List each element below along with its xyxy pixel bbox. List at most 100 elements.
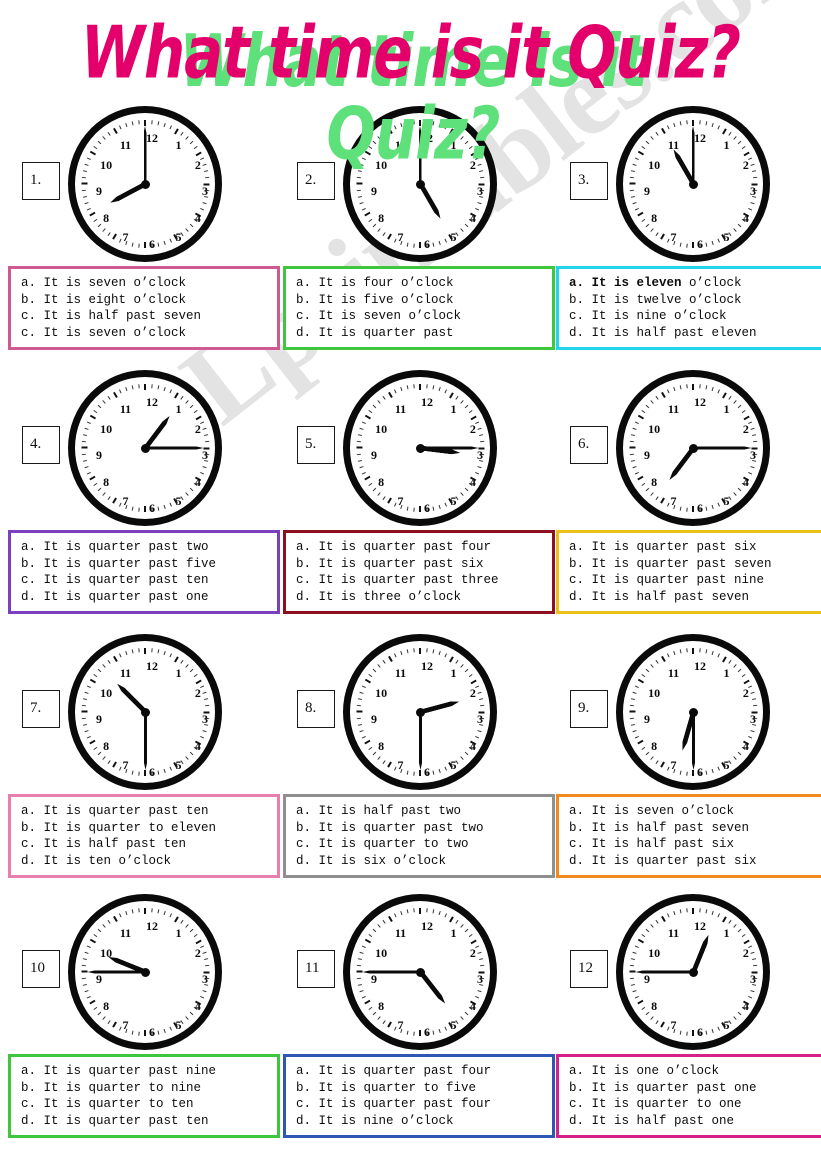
- answer-box: a. It is quarter past nine b. It is quart…: [8, 1054, 280, 1138]
- answer-box: a. It is quarter past four b. It is quart…: [283, 1054, 555, 1138]
- quiz-row: 10 12 1 2 3 4 5 6 7 8 9 10 11 a. It is quarter past n…: [0, 892, 821, 1154]
- answer-option[interactable]: d. It is quarter past: [296, 325, 548, 342]
- clock-center-hub: [688, 707, 698, 717]
- answer-option[interactable]: a. It is half past two: [296, 803, 548, 820]
- answer-option[interactable]: a. It is quarter past ten: [21, 803, 273, 820]
- answer-option[interactable]: a. It is four o’clock: [296, 275, 548, 292]
- answer-option[interactable]: a. It is quarter past six: [569, 539, 817, 556]
- answer-option[interactable]: c. It is nine o’clock: [569, 308, 817, 325]
- answer-option[interactable]: d. It is quarter past ten: [21, 1113, 273, 1130]
- answer-option[interactable]: d. It is nine o’clock: [296, 1113, 548, 1130]
- clock-numeral: 5: [723, 229, 730, 244]
- clock-center-hub: [140, 179, 150, 189]
- answer-option[interactable]: c. It is quarter past ten: [21, 572, 273, 589]
- clock-numeral: 10: [375, 685, 388, 700]
- clock-numeral: 9: [96, 712, 102, 726]
- answer-option[interactable]: b. It is quarter to nine: [21, 1080, 273, 1097]
- answer-option[interactable]: d. It is half past one: [569, 1113, 817, 1130]
- answer-option[interactable]: c. It is quarter to ten: [21, 1096, 273, 1113]
- answer-option[interactable]: d. It is six o’clock: [296, 853, 548, 870]
- clock-numeral: 1: [175, 402, 182, 417]
- clock-numeral: 2: [194, 685, 201, 700]
- answer-option[interactable]: d. It is three o’clock: [296, 589, 548, 606]
- clock-numeral: 12: [146, 659, 158, 673]
- answer-option[interactable]: c. It is seven o’clock: [21, 325, 273, 342]
- clock-numeral: 6: [697, 1025, 703, 1039]
- clock-numeral: 1: [723, 402, 730, 417]
- clock-row: 12 12 1 2 3 4 5 6 7 8 9 10 11: [556, 892, 821, 1050]
- clock-numeral: 7: [670, 493, 677, 508]
- quiz-item: 9. 12 1 2 3 4 5 6 7 8 9 10 11 a. It is seven o’clock b…: [556, 632, 821, 878]
- clock-numeral: 10: [648, 685, 661, 700]
- answer-option[interactable]: c. It is half past seven: [21, 308, 273, 325]
- answer-option[interactable]: a. It is quarter past two: [21, 539, 273, 556]
- clock-center-hub: [415, 707, 425, 717]
- page-title: What time is it Quiz? What time is it Qu…: [0, 16, 821, 170]
- clock-numeral: 3: [202, 712, 208, 726]
- clock-numeral: 11: [394, 926, 407, 941]
- clock-numeral: 3: [202, 184, 208, 198]
- answer-option[interactable]: d. It is quarter past six: [569, 853, 817, 870]
- answer-option[interactable]: b. It is twelve o’clock: [569, 292, 817, 309]
- answer-option[interactable]: b. It is quarter past five: [21, 556, 273, 573]
- clock-numeral: 7: [670, 229, 677, 244]
- clock-numeral: 3: [477, 184, 483, 198]
- clock-numeral: 3: [750, 184, 756, 198]
- clock-numeral: 8: [378, 474, 385, 489]
- clock-row: 11 12 1 2 3 4 5 6 7 8 9 10 11: [283, 892, 555, 1050]
- clock-row: 9. 12 1 2 3 4 5 6 7 8 9 10 11: [556, 632, 821, 790]
- answer-box: a. It is eleven o’clock b. It is twelve o…: [556, 266, 821, 350]
- answer-option[interactable]: c. It is seven o’clock: [296, 308, 548, 325]
- question-number-box: 7.: [22, 690, 60, 728]
- clock-row: 6. 12 1 2 3 4 5 6 7 8 9 10 11: [556, 368, 821, 526]
- clock-numeral: 11: [667, 666, 680, 681]
- answer-option[interactable]: c. It is quarter to one: [569, 1096, 817, 1113]
- clock-numeral: 1: [450, 402, 457, 417]
- question-number-box: 4.: [22, 426, 60, 464]
- clock-numeral: 12: [146, 919, 158, 933]
- answer-option[interactable]: c. It is quarter past four: [296, 1096, 548, 1113]
- answer-option[interactable]: a. It is quarter past nine: [21, 1063, 273, 1080]
- clock-numeral: 6: [697, 765, 703, 779]
- clock-numeral: 2: [742, 685, 749, 700]
- answer-option[interactable]: b. It is quarter past six: [296, 556, 548, 573]
- clock-numeral: 4: [469, 474, 476, 489]
- clock-numeral: 8: [378, 998, 385, 1013]
- clock-center-hub: [415, 443, 425, 453]
- answer-option[interactable]: b. It is quarter past two: [296, 820, 548, 837]
- page-title-text: What time is it Quiz?: [80, 9, 741, 95]
- answer-option[interactable]: b. It is five o’clock: [296, 292, 548, 309]
- answer-option[interactable]: d. It is half past seven: [569, 589, 817, 606]
- answer-option[interactable]: c. It is half past ten: [21, 836, 273, 853]
- clock-row: 8. 12 1 2 3 4 5 6 7 8 9 10 11: [283, 632, 555, 790]
- answer-option[interactable]: a. It is quarter past four: [296, 1063, 548, 1080]
- clock-numeral: 5: [450, 1017, 457, 1032]
- answer-option[interactable]: a. It is one o’clock: [569, 1063, 817, 1080]
- answer-option[interactable]: b. It is quarter past one: [569, 1080, 817, 1097]
- clock-center-hub: [140, 967, 150, 977]
- clock-numeral: 12: [694, 919, 706, 933]
- answer-option[interactable]: c. It is quarter to two: [296, 836, 548, 853]
- quiz-item: 6. 12 1 2 3 4 5 6 7 8 9 10 11 a. It is quarter past s…: [556, 368, 821, 614]
- answer-option[interactable]: a. It is eleven o’clock: [569, 275, 817, 292]
- answer-option[interactable]: d. It is quarter past one: [21, 589, 273, 606]
- answer-option[interactable]: b. It is quarter past seven: [569, 556, 817, 573]
- clock-numeral: 8: [651, 474, 658, 489]
- answer-option[interactable]: c. It is quarter past three: [296, 572, 548, 589]
- clock-numeral: 8: [103, 474, 110, 489]
- answer-option[interactable]: d. It is half past eleven: [569, 325, 817, 342]
- answer-option[interactable]: b. It is quarter to eleven: [21, 820, 273, 837]
- answer-option[interactable]: a. It is seven o’clock: [21, 275, 273, 292]
- answer-option[interactable]: a. It is quarter past four: [296, 539, 548, 556]
- answer-option[interactable]: c. It is quarter past nine: [569, 572, 817, 589]
- clock-numeral: 7: [397, 229, 404, 244]
- clock-numeral: 12: [421, 395, 433, 409]
- answer-option[interactable]: a. It is seven o’clock: [569, 803, 817, 820]
- answer-option[interactable]: b. It is eight o’clock: [21, 292, 273, 309]
- answer-option[interactable]: b. It is half past seven: [569, 820, 817, 837]
- answer-option[interactable]: c. It is half past six: [569, 836, 817, 853]
- answer-option[interactable]: d. It is ten o’clock: [21, 853, 273, 870]
- answer-option[interactable]: b. It is quarter to five: [296, 1080, 548, 1097]
- clock-numeral: 7: [670, 1017, 677, 1032]
- clock-numeral: 8: [651, 210, 658, 225]
